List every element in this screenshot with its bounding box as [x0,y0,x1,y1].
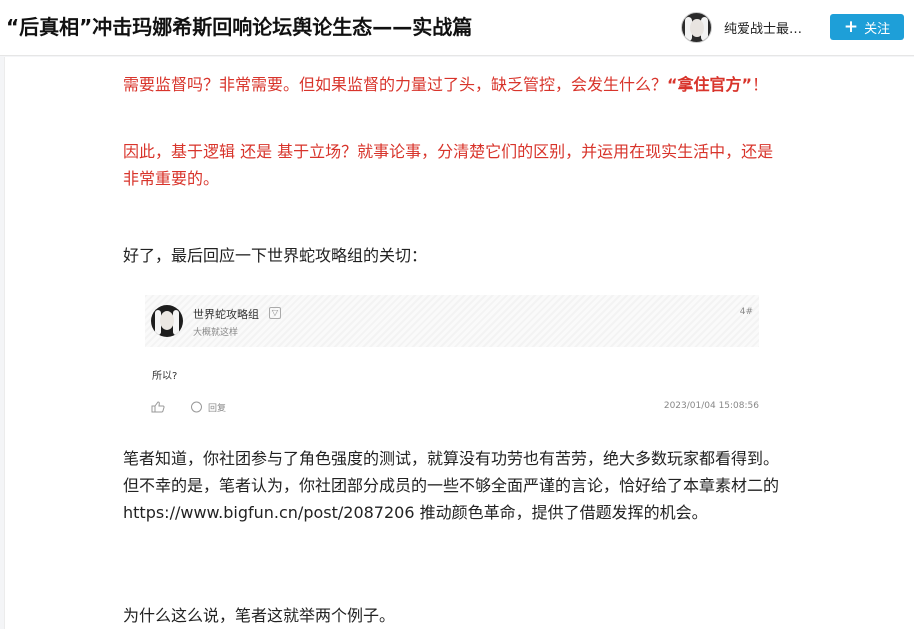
commenter-avatar [151,305,183,337]
paragraph-supervision: 需要监督吗？非常需要。但如果监督的力量过了头，缺乏管控，会发生什么？“拿住官方”… [123,71,783,98]
verified-badge-icon: ▽ [269,307,281,319]
paragraph-logic: 因此，基于逻辑 还是 基于立场？就事论事，分清楚它们的区别，并运用在现实生活中，… [123,142,774,188]
commenter-name: 世界蛇攻略组 [193,308,259,321]
author-name[interactable]: 纯爱战士最… [724,18,802,37]
embedded-comment-image: 世界蛇攻略组 ▽ 大概就这样 4# 所以? 回复 2023/01/04 15:0… [145,295,759,425]
follow-button[interactable]: + 关注 [830,14,904,40]
paragraph-text: 需要监督吗？非常需要。但如果监督的力量过了头，缺乏管控，会发生什么？ [123,75,668,94]
follow-label: 关注 [864,21,891,37]
comment-footer: 回复 2023/01/04 15:08:56 [145,399,759,417]
paragraph-argument: 笔者知道，你社团参与了角色强度的测试，就算没有功劳也有苦劳，绝大多数玩家都看得到… [123,449,780,522]
plus-icon: + [843,16,859,37]
top-bar: “后真相”冲击玛娜希斯回响论坛舆论生态——实战篇 纯爱战士最… + 关注 [0,0,914,56]
reply-bubble-icon [191,401,202,413]
floor-number: 4# [739,307,753,317]
author-avatar[interactable] [681,12,712,43]
article-body: 需要监督吗？非常需要。但如果监督的力量过了头，缺乏管控，会发生什么？“拿住官方”… [4,57,914,629]
commenter-subtitle: 大概就这样 [193,328,239,338]
page-title: “后真相”冲击玛娜希斯回响论坛舆论生态——实战篇 [6,15,473,39]
author-info[interactable]: 纯爱战士最… [681,12,802,43]
paragraph-response: 好了，最后回应一下世界蛇攻略组的关切： [123,246,428,265]
paragraph-end: ！ [752,75,769,94]
comment-timestamp: 2023/01/04 15:08:56 [663,401,759,411]
comment-header: 世界蛇攻略组 ▽ 大概就这样 4# [145,295,759,347]
thumbs-up-icon [151,401,165,413]
bold-emphasis: “拿住官方” [667,75,753,94]
comment-text: 所以? [152,371,178,382]
reply-label: 回复 [208,404,227,414]
paragraph-examples: 为什么这么说，笔者这就举两个例子。 [123,606,396,625]
